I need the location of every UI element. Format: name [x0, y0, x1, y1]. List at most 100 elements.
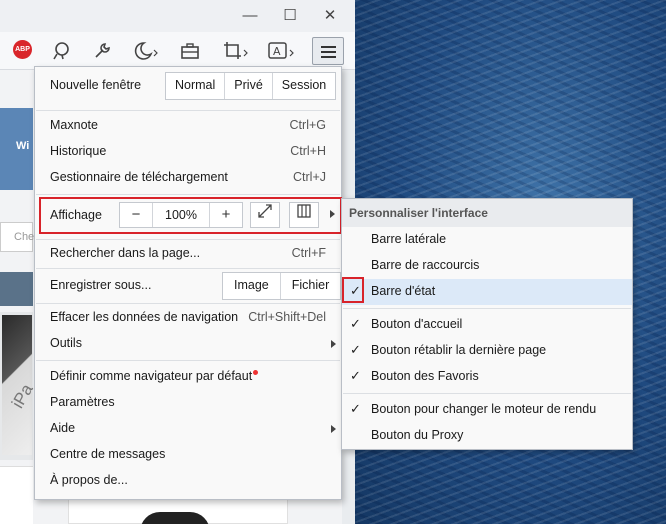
notification-dot-icon: [253, 370, 259, 375]
expand-icon: [258, 204, 272, 218]
about-label: À propos de...: [50, 473, 128, 487]
main-menu-button[interactable]: [312, 37, 344, 65]
close-button[interactable]: ✕: [320, 6, 340, 26]
new-window-session-button[interactable]: Session: [273, 73, 335, 99]
maximize-button[interactable]: ☐: [280, 6, 300, 26]
submenu-item-render-engine[interactable]: ✓ Bouton pour changer le moteur de rendu: [342, 397, 632, 423]
messages-label: Centre de messages: [50, 447, 166, 461]
shortcut-bar-label: Barre de raccourcis: [371, 258, 480, 272]
menu-item-tools[interactable]: Outils: [35, 331, 341, 357]
submenu-item-proxy-button[interactable]: Bouton du Proxy: [342, 423, 632, 449]
default-browser-text: Définir comme navigateur par défaut: [50, 369, 259, 383]
clear-data-shortcut: Ctrl+Shift+Del: [248, 310, 326, 324]
night-mode-icon[interactable]: [132, 40, 158, 62]
save-as-options: Image Fichier: [222, 272, 342, 300]
settings-label: Paramètres: [50, 395, 115, 409]
submenu-item-sidebar[interactable]: Barre latérale: [342, 227, 632, 253]
menu-item-clear-data[interactable]: Effacer les données de navigation Ctrl+S…: [35, 305, 341, 331]
menu-separator: [36, 360, 340, 361]
submenu-item-shortcut-bar[interactable]: Barre de raccourcis: [342, 253, 632, 279]
maxnote-shortcut: Ctrl+G: [289, 118, 326, 132]
menu-item-settings[interactable]: Paramètres: [35, 390, 341, 416]
maxnote-label: Maxnote: [50, 118, 98, 132]
new-window-normal-button[interactable]: Normal: [166, 73, 226, 99]
adblock-plus-icon[interactable]: ABP: [13, 40, 32, 59]
page-card-image: [140, 512, 210, 524]
menu-item-default-browser[interactable]: Définir comme navigateur par défaut: [35, 364, 341, 390]
menu-item-messages[interactable]: Centre de messages: [35, 442, 341, 468]
banner-text: Wi: [16, 140, 30, 152]
menu-item-history[interactable]: Historique Ctrl+H: [35, 139, 341, 165]
menu-item-find[interactable]: Rechercher dans la page... Ctrl+F: [35, 241, 341, 267]
zoom-value: 100%: [152, 203, 210, 227]
page-footer-area: [0, 466, 33, 524]
menu-separator: [36, 303, 340, 304]
fullscreen-button[interactable]: [250, 202, 280, 228]
save-as-image-button[interactable]: Image: [223, 273, 281, 299]
status-bar-check-highlight: [342, 277, 364, 303]
split-view-button[interactable]: [289, 202, 319, 228]
minimize-button[interactable]: —: [240, 6, 260, 26]
magic-wand-icon[interactable]: [50, 40, 74, 62]
history-label: Historique: [50, 144, 107, 158]
view-label[interactable]: Affichage: [50, 208, 102, 222]
search-placeholder: Che: [14, 231, 35, 243]
translate-icon[interactable]: A: [266, 40, 294, 62]
main-menu: Nouvelle fenêtre Normal Privé Session Ma…: [34, 66, 342, 500]
submenu-item-status-bar[interactable]: ✓ Barre d'état: [342, 279, 632, 305]
submenu-item-favorites-button[interactable]: ✓ Bouton des Favoris: [342, 364, 632, 390]
title-bar: — ☐ ✕: [0, 0, 355, 32]
toolbox-icon[interactable]: [178, 40, 202, 62]
submenu-header: Personnaliser l'interface: [342, 199, 632, 227]
customize-interface-submenu: Personnaliser l'interface Barre latérale…: [341, 198, 633, 450]
find-shortcut: Ctrl+F: [291, 246, 326, 260]
menu-separator: [36, 239, 340, 240]
help-label: Aide: [50, 421, 76, 435]
render-engine-label: Bouton pour changer le moteur de rendu: [371, 402, 597, 416]
find-label: Rechercher dans la page...: [50, 246, 201, 260]
menu-separator: [36, 194, 340, 195]
crop-screenshot-icon[interactable]: [222, 40, 248, 62]
chevron-right-icon: [331, 340, 336, 348]
home-button-label: Bouton d'accueil: [371, 317, 463, 331]
new-window-modes: Normal Privé Session: [165, 72, 337, 100]
submenu-item-home-button[interactable]: ✓ Bouton d'accueil: [342, 312, 632, 338]
sidebar-label: Barre latérale: [371, 232, 447, 246]
menu-separator: [36, 268, 340, 269]
clear-data-label: Effacer les données de navigation: [50, 310, 239, 324]
menu-item-help[interactable]: Aide: [35, 416, 341, 442]
chevron-right-icon: [330, 210, 335, 218]
tools-label: Outils: [50, 336, 82, 350]
wrench-icon[interactable]: [90, 40, 114, 62]
proxy-button-label: Bouton du Proxy: [371, 428, 464, 442]
menu-separator: [36, 110, 340, 111]
svg-text:A: A: [273, 45, 281, 58]
new-window-label: Nouvelle fenêtre: [50, 78, 142, 92]
submenu-title: Personnaliser l'interface: [349, 206, 488, 220]
checkmark-icon: ✓: [350, 401, 361, 416]
submenu-separator: [343, 308, 631, 309]
columns-icon: [297, 204, 311, 218]
favorites-button-label: Bouton des Favoris: [371, 369, 479, 383]
default-browser-label: Définir comme navigateur par défaut: [50, 369, 253, 383]
menu-item-about[interactable]: À propos de...: [35, 468, 341, 494]
zoom-in-button[interactable]: +: [210, 203, 242, 227]
checkmark-icon: ✓: [350, 342, 361, 357]
downloads-label: Gestionnaire de téléchargement: [50, 170, 228, 184]
restore-page-label: Bouton rétablir la dernière page: [371, 343, 547, 357]
submenu-item-restore-page[interactable]: ✓ Bouton rétablir la dernière page: [342, 338, 632, 364]
menu-item-downloads[interactable]: Gestionnaire de téléchargement Ctrl+J: [35, 165, 341, 191]
page-section-bar: [0, 272, 33, 306]
save-as-file-button[interactable]: Fichier: [281, 273, 341, 299]
zoom-out-button[interactable]: −: [120, 203, 152, 227]
downloads-shortcut: Ctrl+J: [293, 170, 326, 184]
status-bar-label: Barre d'état: [371, 284, 436, 298]
submenu-separator: [343, 393, 631, 394]
menu-item-maxnote[interactable]: Maxnote Ctrl+G: [35, 113, 341, 139]
save-as-label: Enregistrer sous...: [50, 278, 152, 292]
new-window-private-button[interactable]: Privé: [225, 73, 273, 99]
checkmark-icon: ✓: [350, 368, 361, 383]
history-shortcut: Ctrl+H: [290, 144, 326, 158]
checkmark-icon: ✓: [350, 316, 361, 331]
zoom-control: − 100% +: [119, 202, 243, 228]
